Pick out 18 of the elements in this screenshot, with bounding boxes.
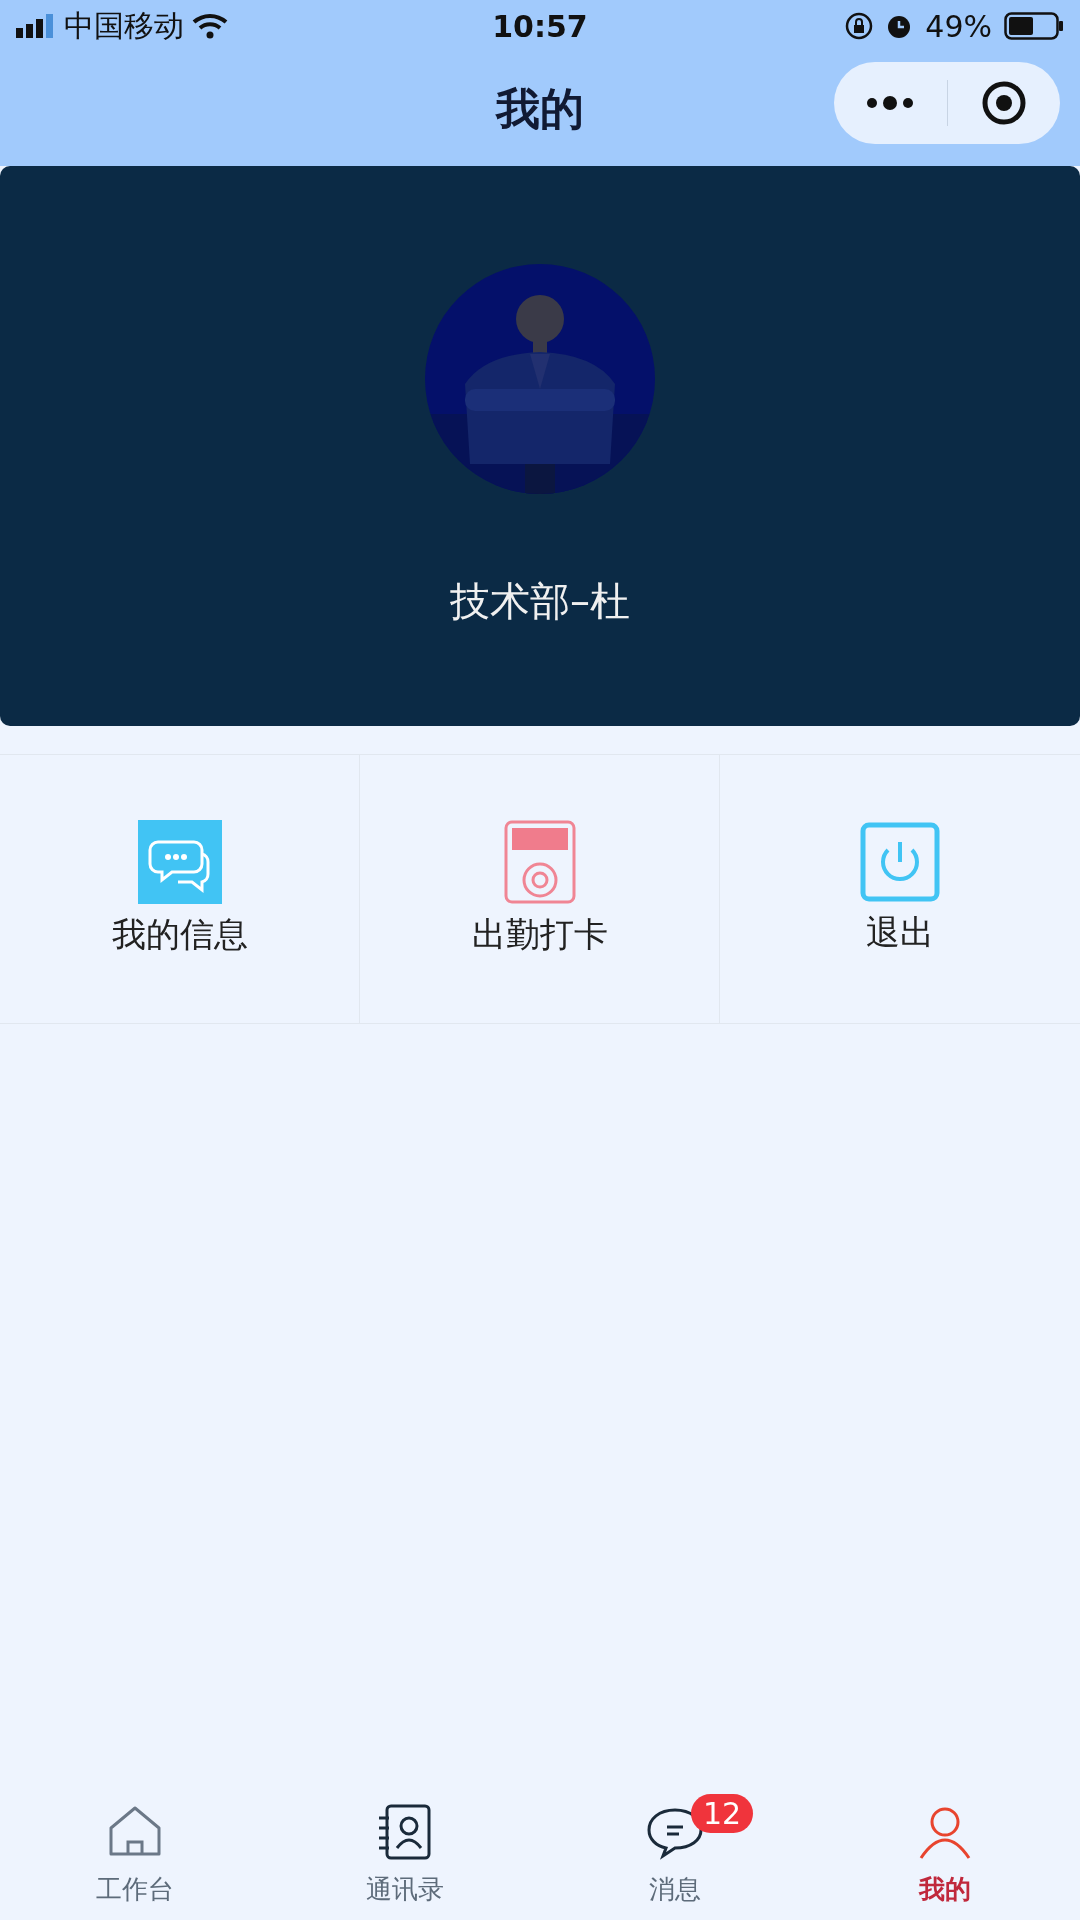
tab-item[interactable]: 通讯录 xyxy=(270,1788,540,1920)
tab-item[interactable]: 我的 xyxy=(810,1788,1080,1920)
tab-item[interactable]: 12 消息 xyxy=(540,1788,810,1920)
rotation-lock-icon xyxy=(845,12,874,40)
status-time: 10:57 xyxy=(491,8,589,44)
tab-item[interactable]: 工作台 xyxy=(0,1788,270,1920)
user-name: 技术部–杜 xyxy=(450,577,630,626)
page-title: 我的 xyxy=(496,81,584,136)
card-reader-icon xyxy=(503,820,576,904)
battery-icon xyxy=(1004,12,1064,40)
chat-bubbles-icon xyxy=(137,820,222,904)
target-icon xyxy=(980,80,1027,126)
wifi-icon xyxy=(192,13,228,39)
signal-icon xyxy=(16,14,56,38)
unread-badge: 12 xyxy=(691,1794,754,1833)
carrier-name: 中国移动 xyxy=(64,6,184,45)
power-icon xyxy=(860,822,940,902)
battery-percent: 49% xyxy=(925,8,992,44)
